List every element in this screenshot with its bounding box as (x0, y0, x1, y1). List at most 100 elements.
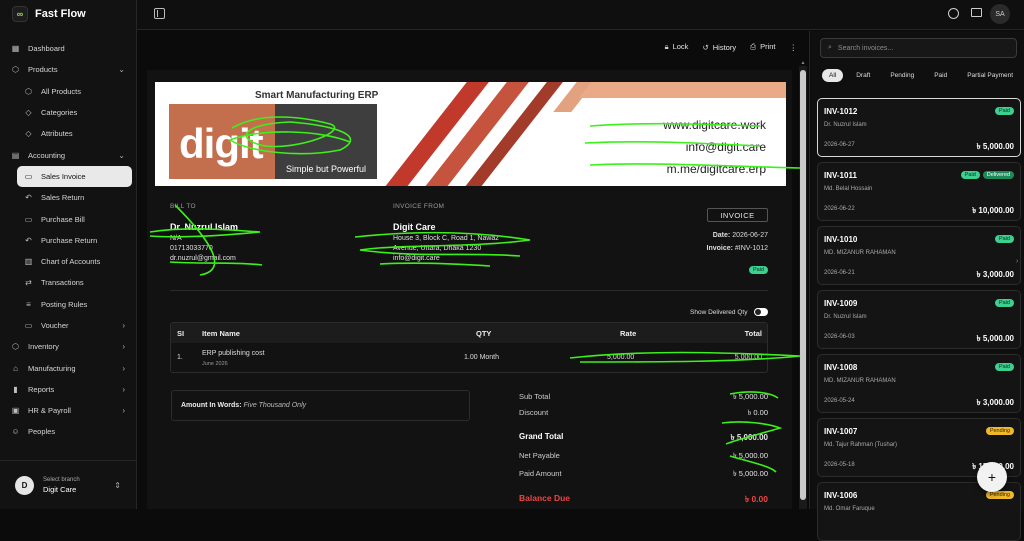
document-scrollbar[interactable]: ▲ (799, 60, 807, 509)
printer-icon: ⎙ (750, 42, 757, 51)
banner-tagline: Smart Manufacturing ERP (255, 90, 379, 101)
history-button[interactable]: ↺ History (702, 43, 736, 52)
company-logo: digit (179, 120, 264, 167)
sidebar-item-products[interactable]: ⬡ Products ⌄ (0, 59, 137, 80)
sidebar-toggle-icon[interactable] (154, 8, 165, 19)
total-value: ৳ 0.00 (747, 408, 768, 417)
sidebar-item-sales-return[interactable]: ↶ Sales Return (0, 187, 137, 208)
card-amount: ৳ 5,000.00 (976, 142, 1014, 151)
globe-icon[interactable] (948, 8, 959, 19)
status-badge: Pending (985, 427, 1014, 435)
print-button[interactable]: ⎙ Print (750, 42, 775, 52)
filter-pending[interactable]: Pending (883, 69, 921, 82)
card-date: 2026-05-18 (824, 462, 855, 468)
card-badges: Paid (994, 299, 1014, 307)
app-name: Fast Flow (35, 8, 86, 20)
sidebar-item-label: Dashboard (28, 44, 65, 54)
sidebar-item-label: Transactions (41, 278, 84, 288)
card-amount: ৳ 5,000.00 (976, 334, 1014, 343)
card-badges: Paid (994, 235, 1014, 243)
sidebar-item-chart-of-accounts[interactable]: ▥ Chart of Accounts (0, 251, 137, 272)
card-invoice-no: INV-1009 (824, 299, 858, 308)
toggle-switch[interactable] (754, 308, 769, 316)
total-value: ৳ 5,000.00 (732, 451, 768, 460)
filter-paid[interactable]: Paid (927, 69, 954, 82)
banner-website: www.digitcare.work (663, 118, 766, 132)
sidebar-item-peoples[interactable]: ☺ Peoples (0, 421, 137, 442)
add-invoice-button[interactable]: + (977, 462, 1007, 492)
status-badge: Pending (985, 491, 1014, 499)
sidebar-item-categories[interactable]: ◇ Categories (0, 102, 137, 123)
branch-caption: Select branch (43, 476, 80, 483)
sidebar-item-attributes[interactable]: ◇ Attributes (0, 123, 137, 144)
total-row: Discount ৳ 0.00 (519, 408, 768, 417)
sidebar-item-voucher[interactable]: ▭ Voucher › (0, 315, 137, 336)
total-label: Discount (519, 408, 549, 417)
invoice-status: Paid (748, 266, 768, 274)
return-icon: ↶ (25, 235, 32, 245)
sidebar-item-label: Manufacturing (28, 363, 76, 373)
total-row: Grand Total ৳ 5,000.00 (519, 432, 768, 442)
show-delivered-toggle[interactable]: Show Delivered Qty (690, 308, 769, 316)
lock-button[interactable]: 🔒︎ Lock (665, 42, 689, 52)
card-amount: ৳ 10,000.00 (972, 206, 1014, 215)
customer-email: dr.nuzrul@gmail.com (170, 255, 236, 262)
search-icon: ⌕ (828, 44, 832, 51)
stripe-band (578, 82, 786, 98)
sidebar-item-hr-payroll[interactable]: ▣ HR & Payroll › (0, 400, 137, 421)
sidebar-item-sales-invoice[interactable]: ▭ Sales Invoice (17, 165, 132, 188)
sidebar-item-label: Inventory (28, 342, 59, 352)
sidebar-item-label: Posting Rules (41, 299, 88, 309)
sidebar-item-posting-rules[interactable]: ≡ Posting Rules (0, 294, 137, 315)
row-total: 5,000.00 (734, 354, 762, 361)
row-si: 1. (177, 354, 183, 361)
sidebar-item-purchase-bill[interactable]: ▭ Purchase Bill (0, 208, 137, 229)
branch-selector[interactable]: D Select branch Digit Care ⇕ (0, 460, 137, 509)
more-options-icon[interactable]: ⋮ (790, 43, 798, 52)
card-date: 2026-06-22 (824, 206, 855, 212)
invoice-card[interactable]: INV-1012 Paid Dr. Nuzrul Islam 2026-06-27 ৳ … (817, 98, 1021, 157)
sidebar-item-purchase-return[interactable]: ↶ Purchase Return (0, 230, 137, 251)
card-invoice-no: INV-1011 (824, 171, 857, 180)
sidebar-item-reports[interactable]: ▮ Reports › (0, 379, 137, 400)
card-amount: ৳ 3,000.00 (976, 398, 1014, 407)
company-banner: Smart Manufacturing ERP digit Simple but… (155, 82, 786, 186)
total-label: Sub Total (519, 392, 551, 401)
total-value: ৳ 5,000.00 (732, 469, 768, 478)
sidebar-item-label: Accounting (28, 150, 66, 160)
sidebar-item-label: Voucher (41, 321, 69, 330)
user-avatar[interactable]: SA (990, 4, 1010, 24)
sidebar-item-inventory[interactable]: ⬡ Inventory › (0, 336, 137, 357)
search-input[interactable]: ⌕ Search invoices... (820, 38, 1017, 58)
total-row: Net Payable ৳ 5,000.00 (519, 451, 768, 460)
sidebar-item-all-products[interactable]: ⬡ All Products (0, 81, 137, 102)
invoice-card[interactable]: INV-1011 Paid Delivered Md. Belal Hossain 20… (817, 162, 1021, 221)
sidebar-item-accounting[interactable]: ▤ Accounting ⌄ (0, 144, 137, 165)
date-value: 2026-06-27 (732, 232, 768, 239)
sidebar-item-label: Sales Return (41, 193, 85, 203)
filter-all[interactable]: All (822, 69, 844, 82)
company-address-2: Avenue, Uttara, Dhaka 1230 (393, 245, 482, 252)
invoice-card[interactable]: INV-1009 Paid Dr. Nuzrul Islam 2026-06-03 ৳ … (817, 290, 1021, 349)
filter-draft[interactable]: Draft (849, 69, 877, 82)
brand[interactable]: ∞ Fast Flow (12, 6, 86, 22)
invoice-card[interactable]: INV-1008 Paid MD. MIZANUR RAHAMAN 2026-05-2… (817, 354, 1021, 413)
bill-to: BILL TO Dr. Nuzrul Islam N/A 01713033770… (170, 203, 238, 262)
sidebar-item-transactions[interactable]: ⇄ Transactions (0, 272, 137, 293)
history-label: History (712, 42, 737, 52)
banner-social: m.me/digitcare.erp (666, 162, 766, 176)
col-qty: QTY (476, 329, 492, 338)
scrollbar-thumb[interactable] (800, 70, 806, 500)
sidebar-item-label: HR & Payroll (28, 406, 71, 416)
plus-icon: + (987, 469, 997, 485)
invoice-card[interactable]: INV-1010 Paid MD. MIZANUR RAHAMAN 2026-06-2… (817, 226, 1021, 285)
row-item-sub: June 2026 (202, 361, 228, 367)
company-name: Digit Care (393, 222, 436, 232)
filter-partial-payment[interactable]: Partial Payment (960, 69, 1020, 82)
card-invoice-no: INV-1008 (824, 363, 858, 372)
words-label: Amount In Words: (181, 402, 242, 409)
sidebar-item-dashboard[interactable]: ▦ Dashboard (0, 38, 137, 59)
monitor-icon[interactable] (971, 8, 982, 17)
sidebar-item-manufacturing[interactable]: ⌂ Manufacturing › (0, 357, 137, 378)
collapse-panel-icon[interactable]: › (1016, 258, 1018, 265)
